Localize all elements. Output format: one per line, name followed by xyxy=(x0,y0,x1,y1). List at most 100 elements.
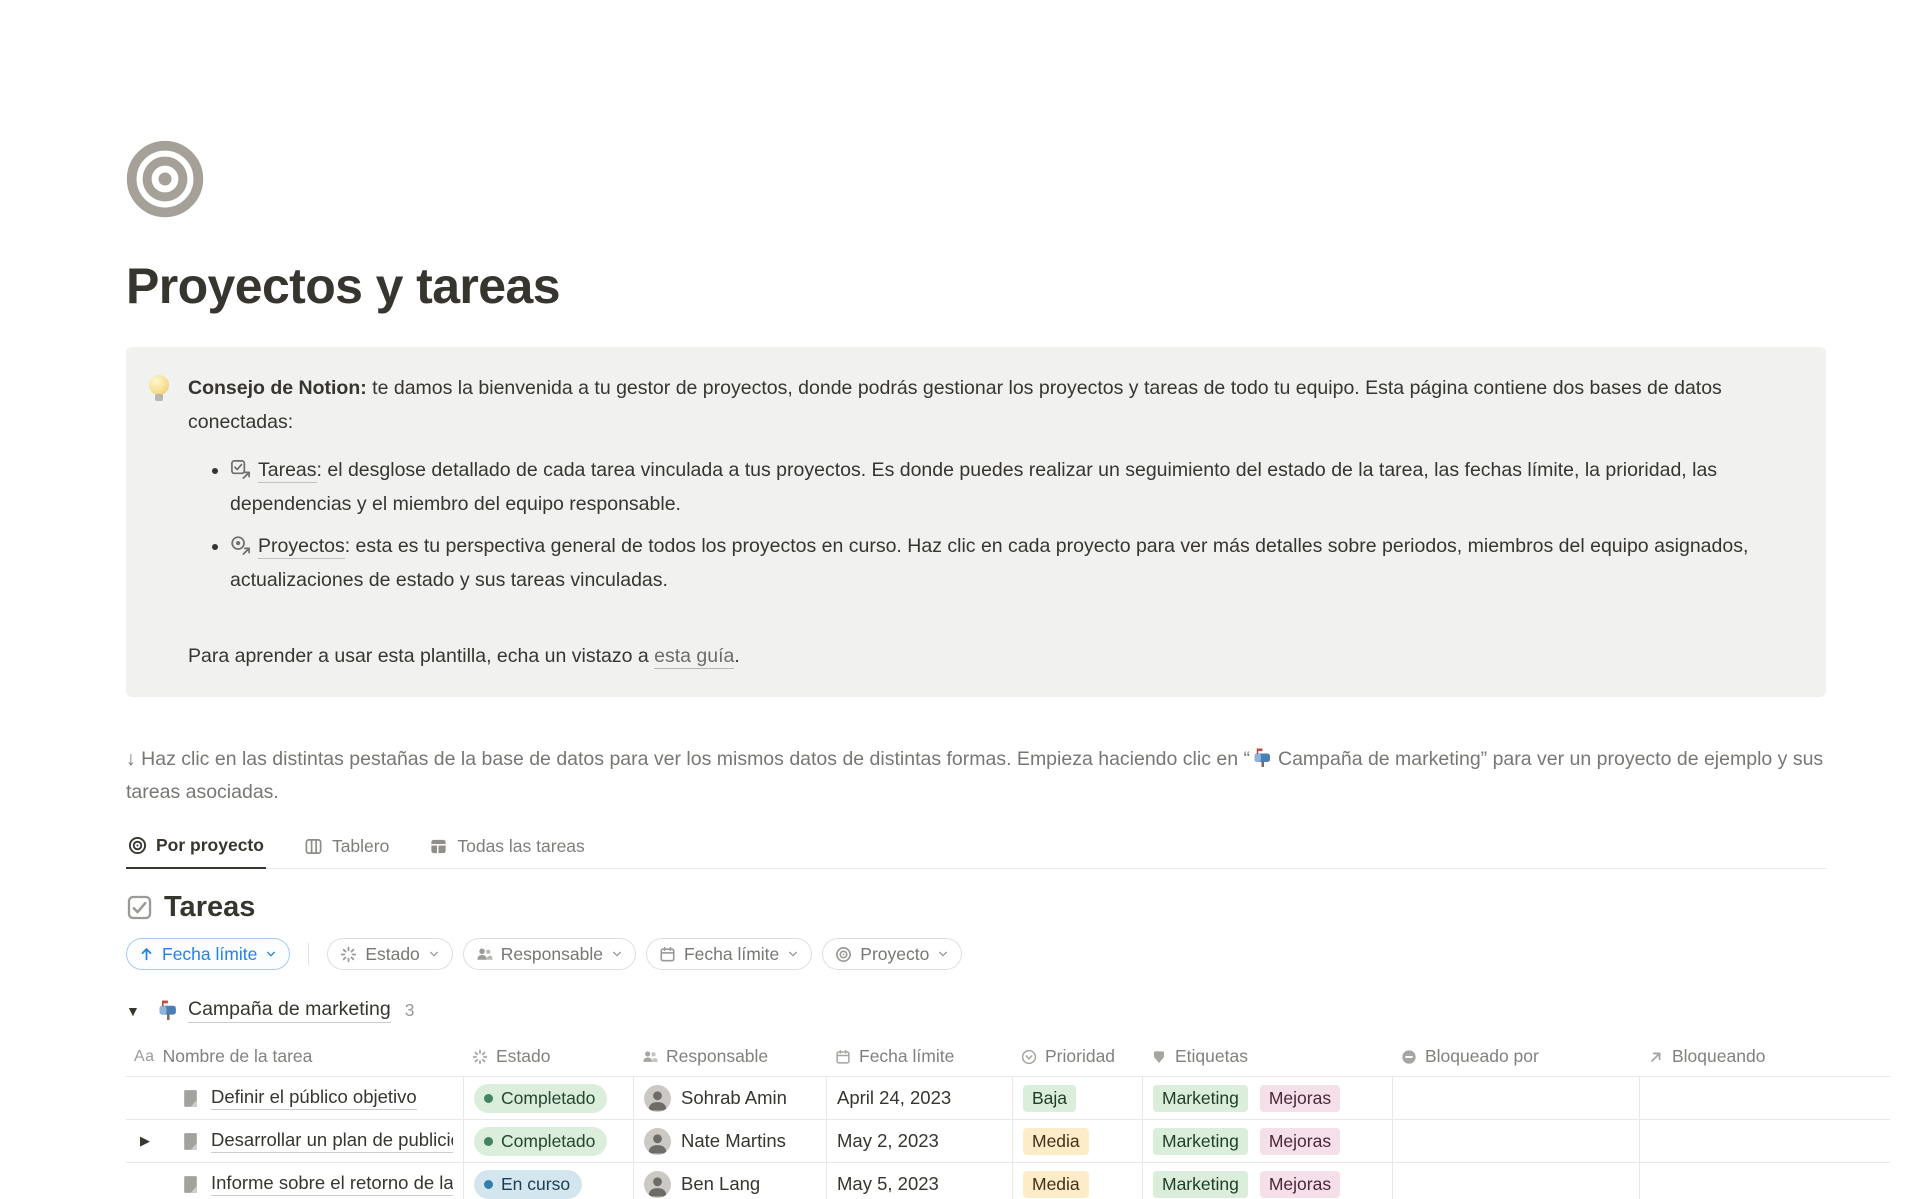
target-icon xyxy=(128,836,147,855)
blocked-by-cell[interactable] xyxy=(1393,1163,1640,1199)
toolbar-divider xyxy=(308,943,309,965)
filter-toolbar: Fecha límite Estado xyxy=(126,938,1826,970)
group-count: 3 xyxy=(405,1000,415,1021)
board-icon xyxy=(304,837,323,856)
target-icon xyxy=(835,946,852,963)
group-title-text: Campaña de marketing xyxy=(188,998,391,1023)
tags-cell[interactable]: MarketingMejoras xyxy=(1143,1163,1393,1199)
due-date-cell[interactable]: April 24, 2023 xyxy=(827,1077,1013,1119)
status-dot xyxy=(484,1180,493,1189)
col-header-fecha-limite[interactable]: Fecha límite xyxy=(827,1039,1013,1076)
filter-chip-fecha-limite[interactable]: Fecha límite xyxy=(646,938,812,970)
col-header-responsable[interactable]: Responsable xyxy=(634,1039,827,1076)
filter-chip-label: Proyecto xyxy=(860,944,929,965)
mailbox-icon xyxy=(1251,747,1273,769)
blocking-cell[interactable] xyxy=(1640,1163,1890,1199)
blocked-icon xyxy=(1401,1049,1417,1065)
arrow-up-right-icon xyxy=(1648,1049,1664,1065)
projects-database-icon xyxy=(230,535,251,556)
due-date-cell[interactable]: May 2, 2023 xyxy=(827,1120,1013,1162)
chevron-down-icon xyxy=(787,948,799,960)
status-spinner-icon xyxy=(472,1049,488,1065)
instruction-paragraph: ↓ Haz clic en las distintas pestañas de … xyxy=(126,743,1826,809)
guide-link[interactable]: esta guía xyxy=(654,645,734,669)
row-expand-triangle-icon[interactable]: ▶ xyxy=(140,1133,156,1149)
page-icon xyxy=(180,1131,201,1152)
chevron-down-icon xyxy=(428,948,440,960)
task-name-cell[interactable]: Informe sobre el retorno de la inversión xyxy=(126,1163,464,1199)
tags-cell[interactable]: MarketingMejoras xyxy=(1143,1120,1393,1162)
calendar-icon xyxy=(659,946,676,963)
table-row: Informe sobre el retorno de la inversión… xyxy=(126,1163,1890,1199)
status-cell[interactable]: En curso xyxy=(464,1163,634,1199)
table-icon xyxy=(429,837,448,856)
tab-tablero[interactable]: Tablero xyxy=(302,831,391,868)
blocking-cell[interactable] xyxy=(1640,1077,1890,1119)
tags-cell[interactable]: MarketingMejoras xyxy=(1143,1077,1393,1119)
blocked-by-cell[interactable] xyxy=(1393,1077,1640,1119)
due-date-cell[interactable]: May 5, 2023 xyxy=(827,1163,1013,1199)
page-icon xyxy=(180,1088,201,1109)
assignee-cell[interactable]: Sohrab Amin xyxy=(634,1077,827,1119)
sort-chip-label: Fecha límite xyxy=(162,944,257,965)
select-circle-icon xyxy=(1021,1049,1037,1065)
table-header-row: AaNombre de la tarea Estado Responsable … xyxy=(126,1039,1890,1077)
table-row: ▶ Desarrollar un plan de publicidad Comp… xyxy=(126,1120,1890,1163)
status-spinner-icon xyxy=(340,946,357,963)
group-title-link[interactable]: Campaña de marketing xyxy=(156,998,391,1023)
text-property-icon: Aa xyxy=(134,1048,155,1066)
tab-por-proyecto[interactable]: Por proyecto xyxy=(126,831,266,869)
arrow-up-icon xyxy=(139,946,154,962)
page-title: Proyectos y tareas xyxy=(126,257,1826,315)
page-icon xyxy=(180,1174,201,1195)
callout-bold-lead: Consejo de Notion: xyxy=(188,377,367,399)
avatar xyxy=(644,1085,671,1112)
task-name-cell[interactable]: ▶ Desarrollar un plan de publicidad xyxy=(126,1120,464,1162)
tab-label: Todas las tareas xyxy=(457,836,584,857)
group-row-campana-marketing: ▼ Campaña de marketing 3 xyxy=(126,998,1826,1023)
database-heading: Tareas xyxy=(126,891,1826,924)
filter-chip-estado[interactable]: Estado xyxy=(327,938,452,970)
col-header-etiquetas[interactable]: Etiquetas xyxy=(1143,1039,1393,1076)
table-row: Definir el público objetivo Completado S… xyxy=(126,1077,1890,1120)
task-name-cell[interactable]: Definir el público objetivo xyxy=(126,1077,464,1119)
checkbox-icon xyxy=(126,894,153,921)
blocked-by-cell[interactable] xyxy=(1393,1120,1640,1162)
chevron-down-icon xyxy=(265,948,277,960)
filter-chip-label: Estado xyxy=(365,944,419,965)
chevron-down-icon xyxy=(611,948,623,960)
blocking-cell[interactable] xyxy=(1640,1120,1890,1162)
callout-intro-text: te damos la bienvenida a tu gestor de pr… xyxy=(188,377,1722,433)
assignee-cell[interactable]: Nate Martins xyxy=(634,1120,827,1162)
tab-label: Por proyecto xyxy=(156,835,264,856)
avatar xyxy=(644,1171,671,1198)
sort-chip-fecha-limite[interactable]: Fecha límite xyxy=(126,938,290,970)
col-header-bloqueado-por[interactable]: Bloqueado por xyxy=(1393,1039,1640,1076)
priority-cell[interactable]: Media xyxy=(1013,1120,1143,1162)
status-cell[interactable]: Completado xyxy=(464,1120,634,1162)
bullet-proyectos-text: : esta es tu perspectiva general de todo… xyxy=(230,535,1748,591)
col-header-estado[interactable]: Estado xyxy=(464,1039,634,1076)
tasks-database-icon xyxy=(230,459,251,480)
proyectos-link[interactable]: Proyectos xyxy=(258,535,345,559)
tareas-link[interactable]: Tareas xyxy=(258,459,317,483)
col-header-nombre[interactable]: AaNombre de la tarea xyxy=(126,1039,464,1076)
instruction-before: ↓ Haz clic en las distintas pestañas de … xyxy=(126,748,1250,770)
col-header-bloqueando[interactable]: Bloqueando xyxy=(1640,1039,1890,1076)
priority-cell[interactable]: Baja xyxy=(1013,1077,1143,1119)
filter-chip-proyecto[interactable]: Proyecto xyxy=(822,938,962,970)
col-header-prioridad[interactable]: Prioridad xyxy=(1013,1039,1143,1076)
filter-chip-responsable[interactable]: Responsable xyxy=(463,938,636,970)
callout-footer: Para aprender a usar esta plantilla, ech… xyxy=(188,639,1802,673)
page-target-icon[interactable] xyxy=(126,140,204,218)
priority-cell[interactable]: Media xyxy=(1013,1163,1143,1199)
status-cell[interactable]: Completado xyxy=(464,1077,634,1119)
calendar-icon xyxy=(835,1049,851,1065)
tab-todas-las-tareas[interactable]: Todas las tareas xyxy=(427,831,586,868)
page-content: Proyectos y tareas Consejo de Notion: te… xyxy=(126,0,1826,1199)
assignee-cell[interactable]: Ben Lang xyxy=(634,1163,827,1199)
callout-bullet-proyectos: Proyectos: esta es tu perspectiva genera… xyxy=(230,529,1802,597)
tasks-table: AaNombre de la tarea Estado Responsable … xyxy=(126,1039,1890,1199)
collapse-triangle-icon[interactable]: ▼ xyxy=(126,1003,144,1019)
footer-period: . xyxy=(734,645,739,667)
